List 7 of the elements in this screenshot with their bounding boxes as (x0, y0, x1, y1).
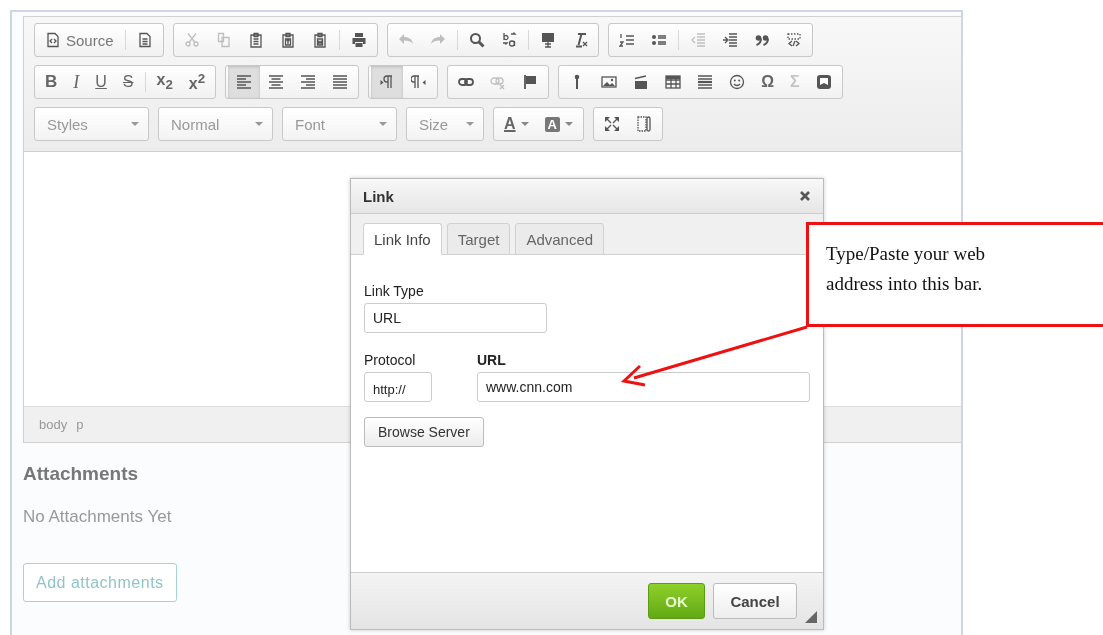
callout-text: Type/Paste your web address into this bar. (825, 242, 987, 296)
field-label: Protocol (364, 352, 417, 369)
field-label: Link Type (364, 283, 425, 300)
dialog-title: Link (363, 187, 394, 205)
section-heading: Attachments (23, 463, 140, 485)
empty-message: No Attachments Yet (23, 507, 173, 527)
field-label: URL (477, 352, 507, 369)
